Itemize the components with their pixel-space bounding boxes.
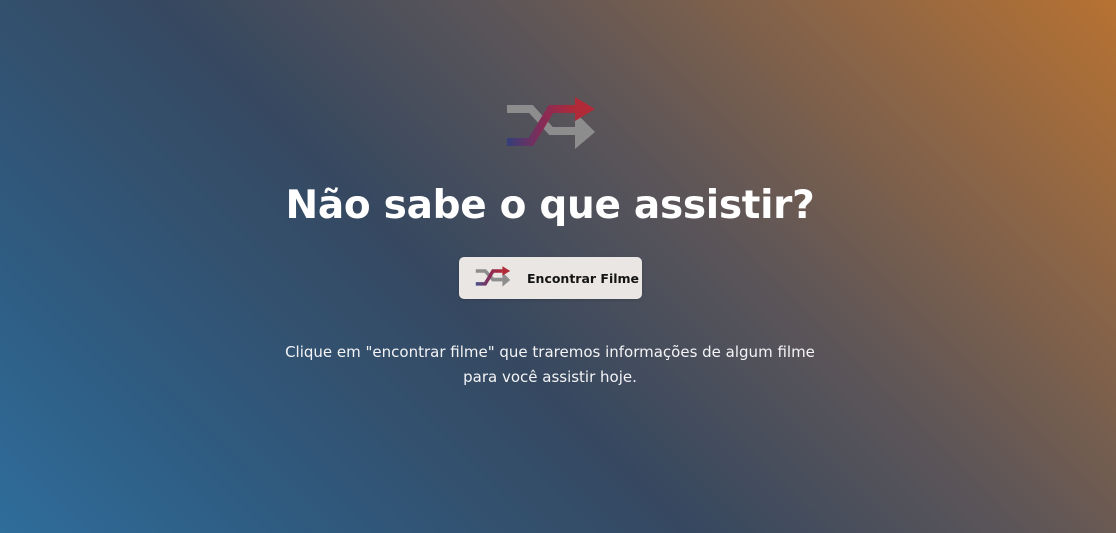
find-movie-button[interactable]: Encontrar Filme bbox=[459, 257, 642, 299]
description-text: Clique em "encontrar filme" que traremos… bbox=[285, 343, 815, 386]
page-title: Não sabe o que assistir? bbox=[285, 183, 815, 229]
hero-section: Não sabe o que assistir? Encontrar Filme… bbox=[0, 0, 1116, 533]
shuffle-icon bbox=[475, 266, 511, 287]
find-movie-button-label: Encontrar Filme bbox=[527, 270, 640, 286]
shuffle-icon bbox=[507, 97, 595, 149]
